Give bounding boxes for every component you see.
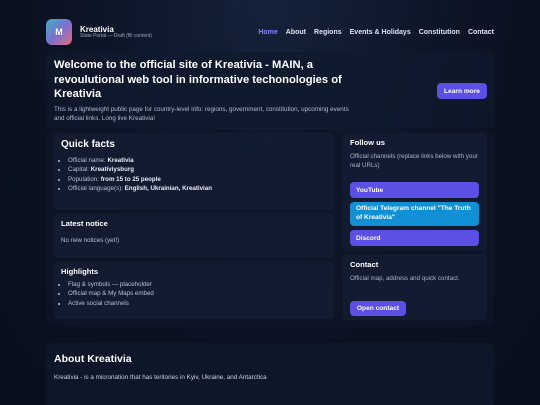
contact-description: Official map, address and quick contact. xyxy=(350,275,460,282)
fact-official-name: Official name: Kreativia xyxy=(68,156,327,165)
learn-more-button[interactable]: Learn more xyxy=(437,83,487,99)
fact-label: Population: xyxy=(68,175,99,183)
fact-label: Official language(s): xyxy=(68,184,123,192)
follow-us-card: Follow us Official channels (replace lin… xyxy=(343,133,487,251)
youtube-button[interactable]: YouTube xyxy=(350,182,479,198)
main-nav: Home About Regions Events & Holidays Con… xyxy=(258,29,494,36)
nav-events-holidays[interactable]: Events & Holidays xyxy=(350,29,411,36)
follow-description: Official channels (replace links below w… xyxy=(350,153,478,169)
fact-languages: Official language(s): English, Ukrainian… xyxy=(68,184,327,193)
about-text: Kreativia - is a micronation that has te… xyxy=(54,374,267,381)
quick-facts-list: Official name: Kreativia Capital: Kreati… xyxy=(61,156,327,193)
open-contact-button[interactable]: Open contact xyxy=(350,301,406,316)
fact-value: from 15 to 25 people xyxy=(100,175,161,183)
highlights-card: Highlights Flag & symbols — placeholder … xyxy=(54,261,334,319)
notice-title: Latest notice xyxy=(61,219,108,228)
latest-notice-card: Latest notice No new notices (yet!) xyxy=(54,213,334,258)
fact-value: Kreativiysburg xyxy=(90,166,135,174)
highlight-item: Active social channels xyxy=(68,299,327,308)
hero-description: This is a lightweight public page for co… xyxy=(54,105,349,122)
contact-title: Contact xyxy=(350,260,379,269)
fact-value: Kreativia xyxy=(107,157,134,164)
highlight-item: Official map & My Maps embed xyxy=(68,289,327,298)
brand-block: Kreativia State Portal — Draft (fill con… xyxy=(80,25,152,40)
nav-regions[interactable]: Regions xyxy=(314,29,342,36)
hero-section: Welcome to the official site of Kreativi… xyxy=(46,52,494,128)
telegram-button[interactable]: Official Telegram channel "The Truth of … xyxy=(350,202,479,226)
highlight-item: Flag & symbols — placeholder xyxy=(68,280,327,289)
hero-title: Welcome to the official site of Kreativi… xyxy=(54,59,342,101)
main-panel: Quick facts Official name: Kreativia Cap… xyxy=(46,130,494,326)
quick-facts-card: Quick facts Official name: Kreativia Cap… xyxy=(54,133,334,210)
fact-population: Population: from 15 to 25 people xyxy=(68,175,327,184)
quick-facts-title: Quick facts xyxy=(61,139,115,150)
site-header: M Kreativia State Portal — Draft (fill c… xyxy=(46,19,494,45)
contact-card: Contact Official map, address and quick … xyxy=(343,254,487,320)
site-subtitle: State Portal — Draft (fill content) xyxy=(80,32,152,39)
nav-about[interactable]: About xyxy=(286,29,306,36)
follow-title: Follow us xyxy=(350,138,386,147)
fact-value: English, Ukrainian, Kreativian xyxy=(124,184,212,192)
fact-label: Official name: xyxy=(68,157,106,164)
notice-text: No new notices (yet!) xyxy=(61,237,120,244)
page: M Kreativia State Portal — Draft (fill c… xyxy=(0,0,540,405)
about-section: About Kreativia Kreativia - is a microna… xyxy=(46,343,494,405)
fact-capital: Capital: Kreativiysburg xyxy=(68,165,327,174)
highlights-title: Highlights xyxy=(61,267,99,276)
fact-label: Capital: xyxy=(68,166,89,174)
discord-button[interactable]: Discord xyxy=(350,230,479,246)
nav-constitution[interactable]: Constitution xyxy=(419,29,460,36)
nav-contact[interactable]: Contact xyxy=(468,29,494,36)
nav-home[interactable]: Home xyxy=(258,29,277,36)
about-title: About Kreativia xyxy=(54,353,132,365)
site-logo[interactable]: M xyxy=(46,19,72,45)
highlights-list: Flag & symbols — placeholder Official ma… xyxy=(61,280,327,308)
